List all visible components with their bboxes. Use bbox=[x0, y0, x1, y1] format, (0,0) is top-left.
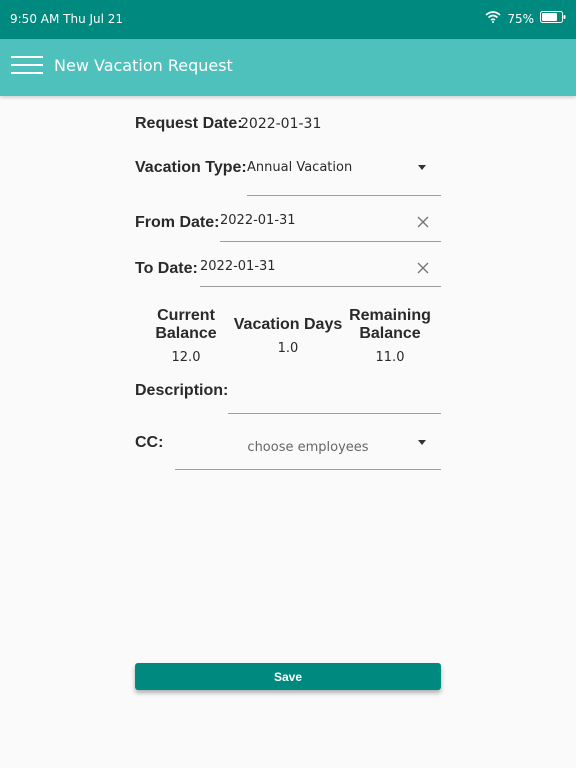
clear-icon[interactable] bbox=[416, 261, 430, 275]
chevron-down-icon bbox=[418, 440, 426, 445]
remaining-balance-line2: Balance bbox=[359, 325, 421, 342]
cc-dropdown[interactable]: choose employees bbox=[175, 428, 441, 470]
cc-label: CC: bbox=[135, 434, 164, 451]
to-date-underline bbox=[200, 286, 441, 287]
request-date-value: 2022-01-31 bbox=[240, 116, 322, 132]
vacation-type-underline bbox=[247, 195, 441, 196]
vacation-days-value: 1.0 bbox=[277, 341, 299, 356]
to-date-label: To Date: bbox=[135, 260, 198, 277]
current-balance-value: 12.0 bbox=[171, 350, 201, 365]
from-date-label: From Date: bbox=[135, 214, 220, 231]
cc-underline bbox=[175, 469, 441, 470]
vacation-type-value: Annual Vacation bbox=[247, 160, 353, 175]
current-balance-line1: Current bbox=[157, 307, 215, 324]
vacation-type-label: Vacation Type: bbox=[135, 159, 247, 176]
current-balance-line2: Balance bbox=[155, 325, 217, 342]
request-date-label: Request Date: bbox=[135, 115, 243, 132]
remaining-balance-value: 11.0 bbox=[375, 350, 405, 365]
description-input[interactable] bbox=[228, 380, 441, 414]
from-date-value: 2022-01-31 bbox=[220, 213, 296, 228]
page-title: New Vacation Request bbox=[54, 56, 233, 75]
to-date-value: 2022-01-31 bbox=[200, 259, 276, 274]
chevron-down-icon bbox=[418, 165, 426, 170]
current-balance-heading: Current Balance bbox=[145, 307, 227, 343]
save-button[interactable]: Save bbox=[135, 663, 441, 690]
clear-icon[interactable] bbox=[416, 215, 430, 229]
status-icons: 75% bbox=[485, 11, 566, 26]
to-date-field[interactable]: 2022-01-31 bbox=[200, 251, 441, 287]
battery-percent: 75% bbox=[507, 11, 534, 26]
wifi-icon bbox=[485, 11, 501, 26]
battery-icon bbox=[540, 11, 566, 26]
menu-icon[interactable] bbox=[11, 56, 43, 78]
description-label: Description: bbox=[135, 382, 229, 399]
from-date-field[interactable]: 2022-01-31 bbox=[220, 205, 441, 242]
cc-placeholder: choose employees bbox=[247, 440, 369, 455]
remaining-balance-line1: Remaining bbox=[349, 307, 431, 324]
status-time-date: 9:50 AM Thu Jul 21 bbox=[10, 12, 124, 26]
vacation-type-dropdown[interactable]: Annual Vacation bbox=[247, 152, 441, 196]
vacation-days-heading: Vacation Days bbox=[233, 316, 343, 333]
description-underline bbox=[228, 413, 441, 414]
app-bar: New Vacation Request bbox=[0, 39, 576, 96]
remaining-balance-heading: Remaining Balance bbox=[345, 307, 435, 343]
status-bar: 9:50 AM Thu Jul 21 75% bbox=[0, 0, 576, 39]
from-date-underline bbox=[220, 241, 441, 242]
